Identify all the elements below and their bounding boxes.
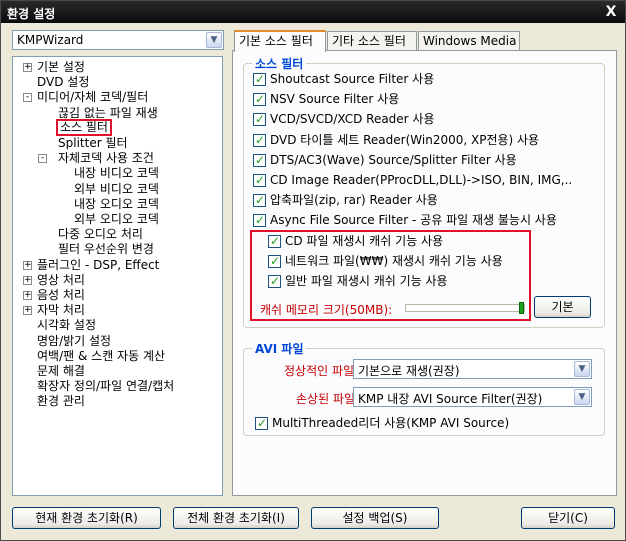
normal-file-value: 기본으로 재생(권장) xyxy=(358,364,460,378)
slider-thumb[interactable] xyxy=(519,302,524,314)
source-filter-checkbox[interactable]: Shoutcast Source Filter 사용 xyxy=(253,71,434,87)
source-filter-checkbox[interactable]: Async File Source Filter - 공유 파일 재생 불능시 … xyxy=(253,212,557,228)
tree-item[interactable]: DVD 설정 xyxy=(37,75,89,90)
source-filter-checkbox[interactable]: VCD/SVCD/XCD Reader 사용 xyxy=(253,111,435,127)
checkbox-label: Async File Source Filter - 공유 파일 재생 불능시 … xyxy=(270,213,557,228)
tree-expander-icon[interactable]: - xyxy=(38,154,47,164)
checkbox-label: 일반 파일 재생시 캐쉬 기능 사용 xyxy=(285,274,448,288)
checkbox-label: 압축파일(zip, rar) Reader 사용 xyxy=(270,193,438,208)
tab-label: 기타 소스 필터 xyxy=(332,34,406,48)
source-filter-checkbox[interactable]: DVD 타이틀 세트 Reader(Win2000, XP전용) 사용 xyxy=(253,132,539,148)
tree-expander-icon[interactable]: + xyxy=(23,291,32,300)
close-icon[interactable]: X xyxy=(603,4,619,20)
checkbox-icon[interactable] xyxy=(253,91,266,107)
settings-tree[interactable]: + 기본 설정 DVD 설정 - 미디어/자체 코덱/필터 끊김 없는 파일 재생 소스 필… xyxy=(12,56,223,496)
checkbox-label: NSV Source Filter 사용 xyxy=(270,92,400,107)
source-filter-checkbox[interactable]: CD Image Reader(PProcDLL,DLL)->ISO, BIN,… xyxy=(253,172,572,188)
checkbox-icon[interactable] xyxy=(268,233,281,249)
source-filter-checkbox[interactable]: NSV Source Filter 사용 xyxy=(253,91,399,107)
tree-item[interactable]: 소스 필터 xyxy=(56,118,112,136)
checkbox-label: CD Image Reader(PProcDLL,DLL)->ISO, BIN,… xyxy=(270,173,573,187)
checkbox-icon[interactable] xyxy=(268,253,281,269)
cache-size-label: 캐쉬 메모리 크기(50MB): xyxy=(260,303,393,317)
checkbox-label: VCD/SVCD/XCD Reader 사용 xyxy=(270,112,435,127)
tree-expander-icon[interactable]: + xyxy=(23,275,32,285)
close-button[interactable]: 닫기(C) xyxy=(521,507,615,529)
tree-item[interactable]: 내장 오디오 코덱 xyxy=(74,197,159,212)
checkbox-label: Shoutcast Source Filter 사용 xyxy=(270,72,435,86)
profile-value: KMPWizard xyxy=(17,33,84,47)
tab-windows-media[interactable]: Windows Media xyxy=(418,31,520,51)
tree-expander-icon[interactable]: + xyxy=(23,306,32,316)
checkbox-label: DTS/AC3(Wave) Source/Splitter Filter 사용 xyxy=(270,152,517,167)
tree-item[interactable]: 기본 설정 xyxy=(37,60,85,75)
checkbox-icon[interactable] xyxy=(253,71,266,87)
broken-file-select[interactable]: KMP 내장 AVI Source Filter(권장) ▼ xyxy=(353,387,592,407)
chevron-down-icon[interactable]: ▼ xyxy=(574,389,590,405)
default-button[interactable]: 기본 xyxy=(534,296,591,318)
source-filter-checkbox[interactable]: DTS/AC3(Wave) Source/Splitter Filter 사용 xyxy=(253,152,517,168)
tab-label: 기본 소스 필터 xyxy=(239,34,313,48)
checkbox-label: MultiThreaded리더 사용(KMP AVI Source) xyxy=(272,416,510,430)
reset-current-button[interactable]: 현재 환경 초기화(R) xyxy=(12,507,161,529)
tree-expander-icon[interactable]: - xyxy=(23,93,32,103)
title-bar[interactable]: 환경 설정 X xyxy=(1,1,625,23)
cache-checkbox[interactable]: CD 파일 재생시 캐쉬 기능 사용 xyxy=(268,233,443,249)
tab-other-source-filter[interactable]: 기타 소스 필터 xyxy=(327,31,417,51)
checkbox-icon[interactable] xyxy=(253,172,266,188)
tree-item[interactable]: Splitter 필터 xyxy=(58,136,128,151)
tab-panel: 소스 필터 캐쉬 메모리 크기(50MB): 기본 AVI 파일 정상적인 파일… xyxy=(232,50,617,496)
tree-item[interactable]: 외부 비디오 코덱 xyxy=(74,182,159,197)
group-title: 소스 필터 xyxy=(252,55,307,72)
tree-item[interactable]: 영상 처리 xyxy=(37,273,85,288)
cache-checkbox[interactable]: 네트워크 파일(₩₩) 재생시 캐쉬 기능 사용 xyxy=(268,253,503,269)
tree-expander-icon[interactable]: + xyxy=(23,260,32,270)
multithread-checkbox[interactable]: MultiThreaded리더 사용(KMP AVI Source) xyxy=(255,415,509,431)
tree-item[interactable]: 플러그인 - DSP, Effect xyxy=(37,258,159,273)
settings-window: 환경 설정 X KMPWizard ▼ + 기본 설정 DVD 설정 - 미디어/자체 … xyxy=(0,0,626,541)
cache-checkbox[interactable]: 일반 파일 재생시 캐쉬 기능 사용 xyxy=(268,273,448,289)
profile-select[interactable]: KMPWizard ▼ xyxy=(12,30,224,50)
tree-item[interactable]: 자체코덱 사용 조건 xyxy=(58,151,154,166)
cache-size-slider[interactable] xyxy=(405,302,525,314)
tree-item[interactable]: 외부 오디오 코덱 xyxy=(74,212,159,227)
checkbox-label: CD 파일 재생시 캐쉬 기능 사용 xyxy=(285,234,444,248)
checkbox-label: DVD 타이틀 세트 Reader(Win2000, XP전용) 사용 xyxy=(270,132,540,147)
normal-file-select[interactable]: 기본으로 재생(권장) ▼ xyxy=(353,359,592,379)
tree-item[interactable]: 자막 처리 xyxy=(37,303,85,318)
tree-item[interactable]: 미디어/자체 코덱/필터 xyxy=(37,90,148,105)
reset-all-button[interactable]: 전체 환경 초기화(I) xyxy=(173,507,299,529)
normal-file-label: 정상적인 파일: xyxy=(284,364,359,378)
chevron-down-icon[interactable]: ▼ xyxy=(574,361,590,377)
tree-item[interactable]: 환경 관리 xyxy=(37,394,85,409)
window-title: 환경 설정 xyxy=(7,7,56,21)
tree-item[interactable]: 명암/밝기 설정 xyxy=(37,334,111,349)
broken-file-value: KMP 내장 AVI Source Filter(권장) xyxy=(358,392,543,406)
tab-label: Windows Media xyxy=(423,34,517,48)
backup-settings-button[interactable]: 설정 백업(S) xyxy=(311,507,439,529)
tree-expander-icon[interactable]: + xyxy=(23,63,32,72)
broken-file-label: 손상된 파일: xyxy=(296,392,360,406)
tree-item[interactable]: 시각화 설정 xyxy=(37,318,96,333)
checkbox-icon[interactable] xyxy=(253,192,266,208)
checkbox-icon[interactable] xyxy=(268,273,281,289)
checkbox-icon[interactable] xyxy=(253,111,266,127)
tab-basic-source-filter[interactable]: 기본 소스 필터 xyxy=(234,30,326,52)
checkbox-label: 네트워크 파일(₩₩) 재생시 캐쉬 기능 사용 xyxy=(285,254,503,268)
checkbox-icon[interactable] xyxy=(253,152,266,168)
tree-item[interactable]: 내장 비디오 코덱 xyxy=(74,166,159,181)
checkbox-icon[interactable] xyxy=(253,132,266,148)
tree-item[interactable]: 음성 처리 xyxy=(37,288,85,303)
tree-item[interactable]: 다중 오디오 처리 xyxy=(58,227,143,242)
group-title: AVI 파일 xyxy=(252,340,307,357)
chevron-down-icon[interactable]: ▼ xyxy=(206,32,222,48)
checkbox-icon[interactable] xyxy=(253,212,266,228)
tree-item[interactable]: 확장자 정의/파일 연결/캡처 xyxy=(37,379,174,394)
checkbox-icon[interactable] xyxy=(255,415,268,431)
tree-item[interactable]: 여백/팬 & 스캔 자동 계산 xyxy=(37,349,165,364)
tree-item[interactable]: 문제 해결 xyxy=(37,364,85,379)
source-filter-checkbox[interactable]: 압축파일(zip, rar) Reader 사용 xyxy=(253,192,438,208)
tree-item[interactable]: 필터 우선순위 변경 xyxy=(58,242,154,257)
